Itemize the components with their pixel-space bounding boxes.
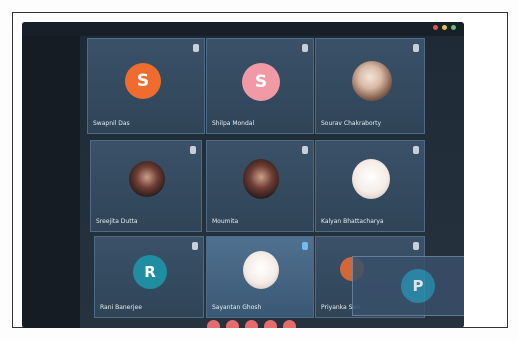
chat-icon[interactable] — [264, 320, 277, 328]
avatar: S — [125, 63, 161, 99]
participant-tile[interactable]: Sreejita Dutta — [90, 140, 202, 232]
avatar: R — [133, 255, 167, 289]
participant-name: Sayantan Ghosh — [212, 304, 262, 311]
avatar — [243, 159, 279, 199]
video-call-window: S Swapnil Das S Shilpa Mondal Sourav Cha… — [22, 22, 464, 328]
avatar — [352, 61, 392, 101]
avatar — [243, 251, 279, 289]
mic-icon — [302, 242, 308, 250]
left-panel — [22, 36, 80, 328]
avatar — [352, 159, 390, 199]
mic-icon — [302, 44, 308, 52]
participant-tile[interactable]: R Rani Banerjee — [94, 236, 204, 318]
window-topbar — [22, 22, 464, 36]
participant-tile[interactable]: Kalyan Bhattacharya — [315, 140, 425, 232]
mic-icon — [190, 146, 196, 154]
participant-tile[interactable]: Sourav Chakraborty — [315, 38, 425, 134]
participant-name: Moumita — [212, 218, 239, 225]
avatar — [129, 161, 165, 197]
status-dot — [433, 25, 438, 30]
mic-icon — [413, 44, 419, 52]
participant-name: Swapnil Das — [93, 120, 130, 127]
participant-name: Kalyan Bhattacharya — [321, 218, 384, 225]
mic-icon — [192, 242, 198, 250]
participant-tile[interactable]: S Swapnil Das — [87, 38, 205, 134]
end-call-icon[interactable] — [283, 320, 296, 328]
participant-name: Sreejita Dutta — [96, 218, 138, 225]
mic-icon — [302, 146, 308, 154]
self-view-overlay[interactable]: P — [352, 256, 464, 316]
participant-tile[interactable]: S Shilpa Mondal — [206, 38, 314, 134]
window-status-dots — [433, 25, 456, 30]
mic-icon — [413, 146, 419, 154]
status-dot — [442, 25, 447, 30]
participant-name: Rani Banerjee — [100, 304, 142, 311]
participant-tile[interactable]: Sayantan Ghosh — [206, 236, 314, 318]
avatar: P — [401, 269, 435, 303]
participant-name: Sourav Chakraborty — [321, 120, 382, 127]
mic-icon — [413, 242, 419, 250]
call-controls — [207, 320, 296, 328]
participant-name: Shilpa Mondal — [212, 120, 255, 127]
avatar: S — [242, 63, 280, 101]
video-icon[interactable] — [226, 320, 239, 328]
share-icon[interactable] — [245, 320, 258, 328]
status-dot — [451, 25, 456, 30]
mic-icon[interactable] — [207, 320, 220, 328]
participant-tile[interactable]: Moumita — [206, 140, 314, 232]
mic-icon — [193, 44, 199, 52]
